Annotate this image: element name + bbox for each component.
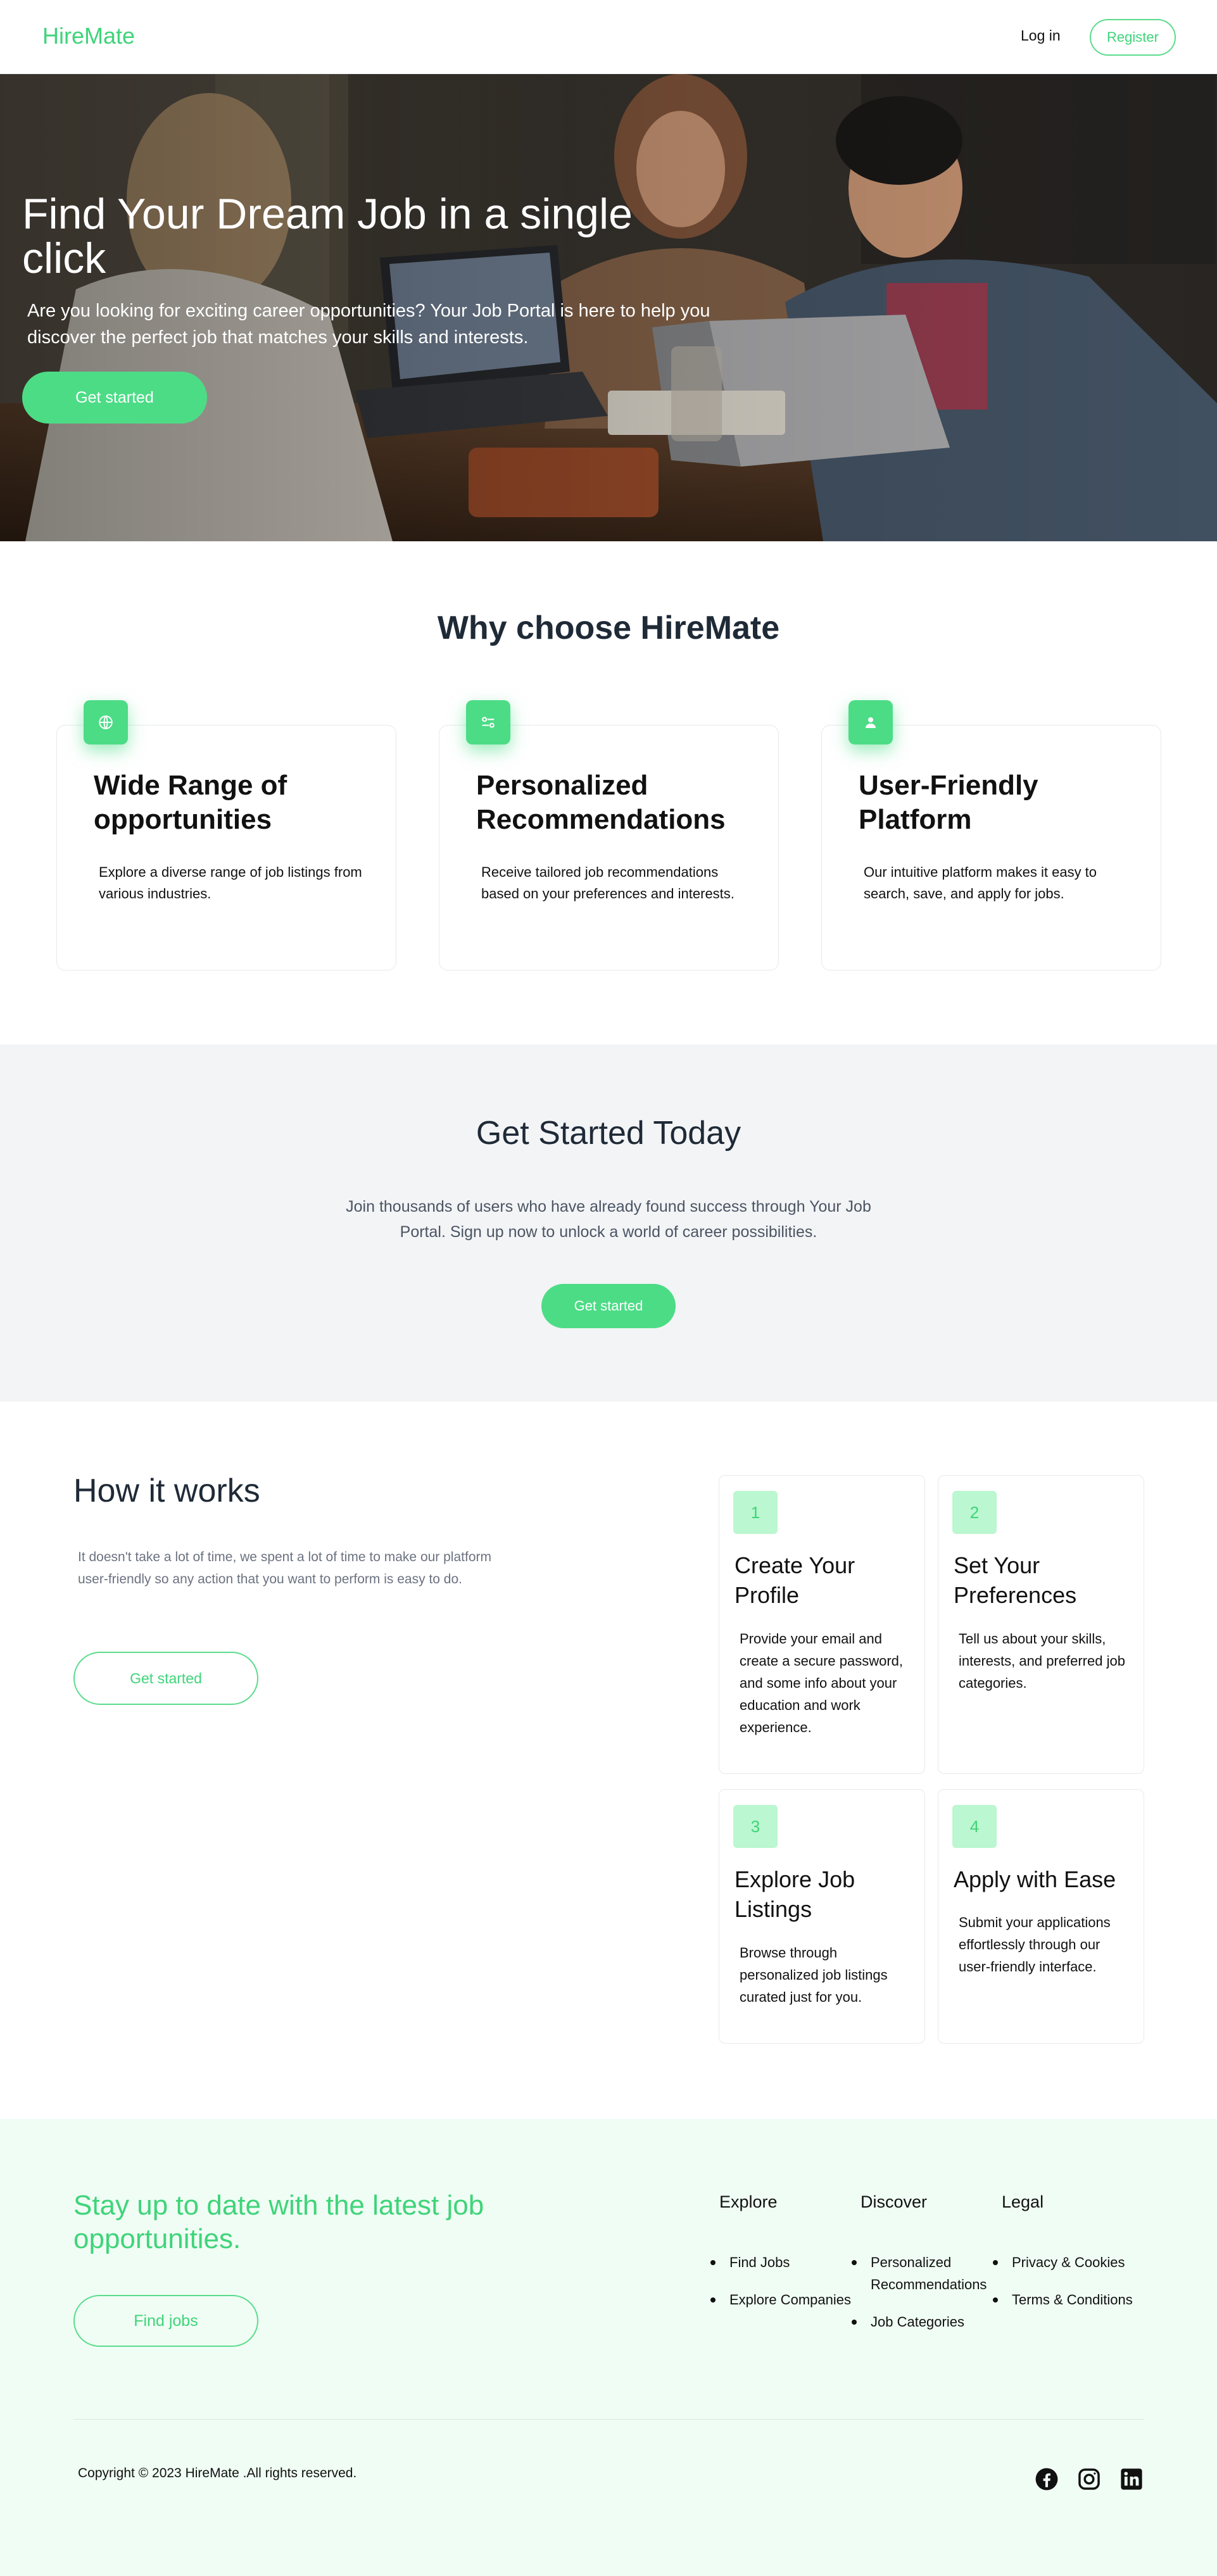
get-started-text: Join thousands of users who have already…: [346, 1198, 871, 1241]
feature-card-title: Personalized Recommendations: [476, 770, 726, 835]
step-number: 1: [733, 1491, 778, 1534]
footer-column-legal: Legal Privacy & Cookies Terms & Conditio…: [993, 2192, 1141, 2326]
find-jobs-button[interactable]: Find jobs: [73, 2295, 258, 2347]
footer-column-heading: Legal: [1002, 2192, 1044, 2211]
step-text: Tell us about your skills, interests, an…: [959, 1631, 1125, 1691]
footer-link-terms[interactable]: Terms & Conditions: [993, 2289, 1141, 2311]
step-card-2: 2 Set Your Preferences Tell us about you…: [938, 1475, 1144, 1774]
step-title: Apply with Ease: [954, 1866, 1116, 1892]
step-card-3: 3 Explore Job Listings Browse through pe…: [719, 1789, 925, 2044]
footer-link-explore-companies[interactable]: Explore Companies: [710, 2289, 859, 2311]
step-text: Submit your applications effortlessly th…: [959, 1914, 1111, 1975]
hero-subtitle: Are you looking for exciting career oppo…: [27, 301, 710, 348]
footer-link-privacy[interactable]: Privacy & Cookies: [993, 2251, 1141, 2273]
get-started-title: Get Started Today: [476, 1115, 741, 1152]
step-card-1: 1 Create Your Profile Provide your email…: [719, 1475, 925, 1774]
footer-link-recommendations[interactable]: Personalized Recommendations: [852, 2251, 1000, 2296]
step-title: Create Your Profile: [735, 1552, 855, 1608]
hero-get-started-button[interactable]: Get started: [22, 372, 207, 424]
top-navbar: HireMate Log in Register: [0, 0, 1217, 74]
feature-card-text: Our intuitive platform makes it easy to …: [864, 864, 1097, 902]
user-icon: [848, 700, 893, 745]
footer-column-heading: Discover: [861, 2192, 928, 2211]
feature-card-title: User-Friendly Platform: [859, 770, 1038, 835]
how-get-started-button[interactable]: Get started: [73, 1652, 258, 1705]
footer-column-discover: Discover Personalized Recommendations Jo…: [852, 2192, 1000, 2348]
linkedin-icon[interactable]: [1118, 2466, 1145, 2492]
step-number: 2: [952, 1491, 997, 1534]
footer-column-heading: Explore: [719, 2192, 778, 2211]
register-button[interactable]: Register: [1090, 19, 1176, 56]
feature-card-platform: User-Friendly Platform Our intuitive pla…: [821, 700, 1161, 971]
feature-card-text: Receive tailored job recommendations bas…: [481, 864, 735, 902]
step-title: Set Your Preferences: [954, 1552, 1077, 1608]
feature-card-title: Wide Range of opportunities: [94, 770, 287, 835]
feature-card-recommendations: Personalized Recommendations Receive tai…: [439, 700, 779, 971]
step-title: Explore Job Listings: [735, 1866, 855, 1922]
footer: Stay up to date with the latest job oppo…: [0, 2119, 1217, 2576]
footer-headline: Stay up to date with the latest job oppo…: [73, 2190, 484, 2254]
footer-column-explore: Explore Find Jobs Explore Companies: [710, 2192, 859, 2326]
get-started-button[interactable]: Get started: [541, 1284, 676, 1328]
feature-card-range: Wide Range of opportunities Explore a di…: [56, 700, 396, 971]
how-it-works-subtitle: It doesn't take a lot of time, we spent …: [78, 1550, 491, 1586]
step-text: Provide your email and create a secure p…: [740, 1631, 904, 1735]
globe-icon: [84, 700, 128, 745]
facebook-icon[interactable]: [1033, 2466, 1060, 2492]
copyright-text: Copyright © 2023 HireMate .All rights re…: [78, 2466, 357, 2480]
brand-logo[interactable]: HireMate: [42, 23, 135, 49]
step-text: Browse through personalized job listings…: [740, 1945, 888, 2005]
sliders-icon: [466, 700, 510, 745]
instagram-icon[interactable]: [1076, 2466, 1102, 2492]
get-started-section: Get Started Today Join thousands of user…: [0, 1045, 1217, 1402]
why-section-title: Why choose HireMate: [437, 610, 780, 646]
footer-link-find-jobs[interactable]: Find Jobs: [710, 2251, 859, 2273]
step-number: 4: [952, 1805, 997, 1848]
hero-section: Find Your Dream Job in a single click Ar…: [0, 74, 1217, 541]
login-link[interactable]: Log in: [1021, 27, 1061, 44]
feature-card-text: Explore a diverse range of job listings …: [99, 864, 362, 902]
step-number: 3: [733, 1805, 778, 1848]
footer-divider: [73, 2419, 1144, 2420]
hero-title: Find Your Dream Job in a single click: [22, 190, 633, 282]
footer-link-job-categories[interactable]: Job Categories: [852, 2311, 1000, 2333]
step-card-4: 4 Apply with Ease Submit your applicatio…: [938, 1789, 1144, 2044]
how-it-works-title: How it works: [73, 1473, 260, 1509]
